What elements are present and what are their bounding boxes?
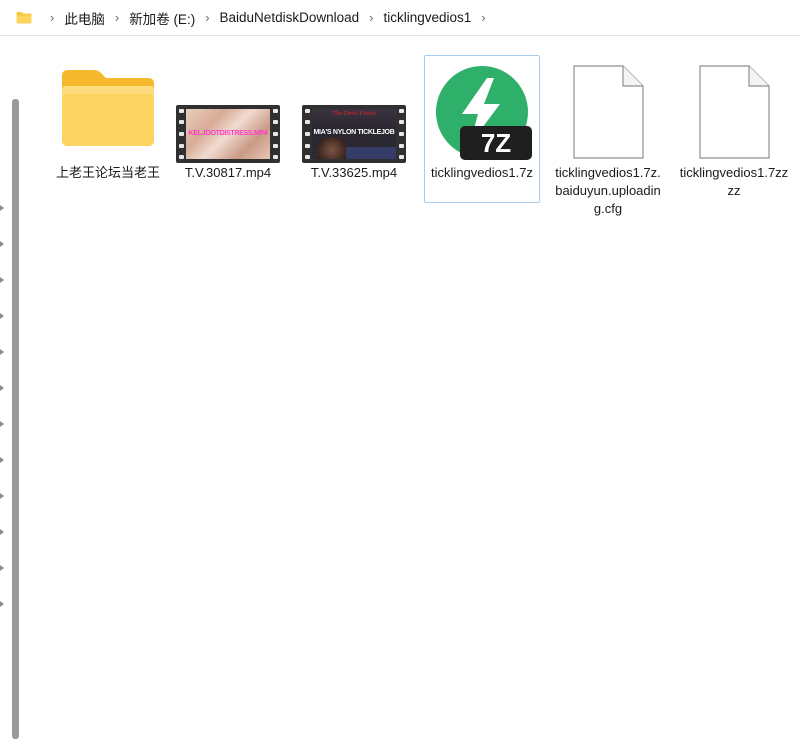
breadcrumb-item-baidunetdiskdownload[interactable]: BaiduNetdiskDownload [220,10,360,25]
file-name: T.V.33625.mp4 [310,165,398,180]
file-item-folder[interactable]: 上老王论坛当老王 [50,55,166,203]
chevron-right-icon[interactable]: › [115,10,119,25]
expand-arrow-icon[interactable] [0,601,4,607]
blank-document-icon [677,64,791,160]
breadcrumb-item-drive-e[interactable]: 新加卷 (E:) [129,8,195,28]
navigation-pane[interactable] [0,37,24,745]
folder-icon[interactable] [16,11,32,24]
breadcrumb: › 此电脑 › 新加卷 (E:) › BaiduNetdiskDownload … [0,0,800,36]
expand-arrow-icon[interactable] [0,529,4,535]
breadcrumb-item-this-pc[interactable]: 此电脑 [64,8,105,28]
expand-arrow-icon[interactable] [0,493,4,499]
chevron-right-icon[interactable]: › [481,10,485,25]
7z-archive-icon: 7Z [425,64,539,160]
chevron-right-icon[interactable]: › [369,10,373,25]
video-thumbnail: The Devil Fetish MIA'S NYLON TICKLEJOB [297,105,411,163]
file-item-document[interactable]: ticklingvedios1.7zzzz [676,55,792,203]
expand-arrow-icon[interactable] [0,313,4,319]
file-item-video[interactable]: The Devil Fetish MIA'S NYLON TICKLEJOB T… [296,55,412,203]
file-item-video[interactable]: KELJOOTDISTRESS.MP4 T.V.30817.mp4 [170,55,286,203]
expand-arrow-icon[interactable] [0,421,4,427]
chevron-right-icon[interactable]: › [205,10,209,25]
expand-arrow-icon[interactable] [0,565,4,571]
expand-arrow-icon[interactable] [0,385,4,391]
expand-arrow-icon[interactable] [0,277,4,283]
expand-arrow-icon[interactable] [0,349,4,355]
navigation-scrollbar[interactable] [12,99,19,739]
file-name: ticklingvedios1.7z [431,165,533,180]
file-item-document[interactable]: ticklingvedios1.7z.baiduyun.uploading.cf… [550,55,666,216]
blank-document-icon [551,64,665,160]
chevron-right-icon[interactable]: › [50,10,54,25]
archive-icon-label: 7Z [481,128,511,158]
expand-arrow-icon[interactable] [0,205,4,211]
folder-icon [51,68,165,148]
thumbnail-caption: MIA'S NYLON TICKLEJOB [313,129,395,136]
breadcrumb-item-ticklingvedios1[interactable]: ticklingvedios1 [383,10,471,25]
file-item-archive[interactable]: 7Z ticklingvedios1.7z [424,55,540,203]
thumbnail-caption: KELJOOTDISTRESS.MP4 [188,130,268,137]
file-list[interactable]: 上老王论坛当老王 KELJOOTDISTRESS.MP4 T.V.30817.m… [24,37,800,745]
file-name: ticklingvedios1.7z.baiduyun.uploading.cf… [555,165,661,216]
file-name: 上老王论坛当老王 [55,165,160,180]
video-thumbnail: KELJOOTDISTRESS.MP4 [171,105,285,163]
thumbnail-title: The Devil Fetish [332,110,376,117]
expand-arrow-icon[interactable] [0,241,4,247]
file-name: ticklingvedios1.7zzzz [679,165,789,198]
file-name: T.V.30817.mp4 [184,165,272,180]
expand-arrow-icon[interactable] [0,457,4,463]
